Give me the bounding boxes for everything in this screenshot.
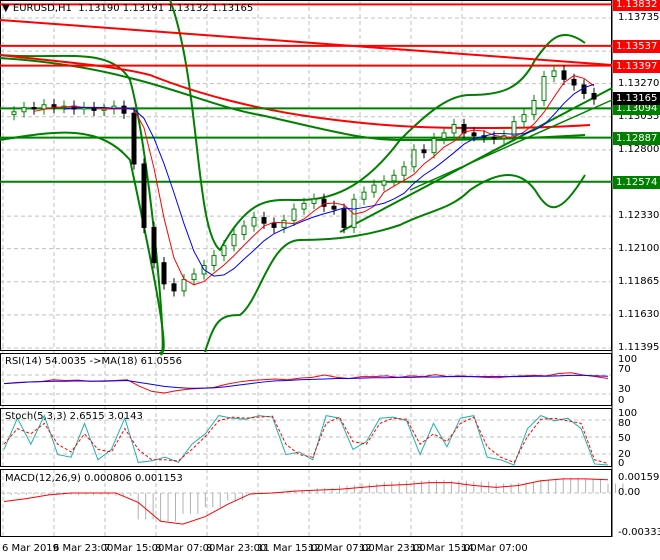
chart-window[interactable]: ▼ EURUSD,H1 1.13190 1.13191 1.13132 1.13… [0,0,660,560]
candle-body [261,217,267,224]
macd-tick: 0.00159 [618,472,660,483]
price-tick: 1.13270 [618,77,660,89]
time-label: 6 Mar 2019 [2,543,60,554]
candle-body [251,217,257,227]
symbol-header: ▼ EURUSD,H1 1.13190 1.13191 1.13132 1.13… [2,3,253,14]
main-pane-border [0,0,612,351]
indicator-lines [3,372,624,525]
candle-body [341,208,347,228]
candle-body [171,283,177,292]
candle-body [451,123,457,134]
stoch-label: Stoch(5,3,3) 2.6515 3.0143 [5,411,143,422]
stoch-tick: 50 [618,433,631,444]
candle-body [431,138,437,154]
stoch-tick: 0 [618,458,625,469]
rsi-tick: 30 [618,384,631,395]
candle-body [371,184,377,193]
candle-body [541,76,547,102]
price-level-label: 1.12574 [613,175,660,189]
candle-body [151,226,157,264]
candle-body [11,111,17,116]
rsi-line [3,372,609,394]
price-tick: 1.13735 [618,12,660,23]
candle-body [161,262,167,285]
candle-body [361,191,367,200]
time-label: 14 Mar 07:00 [461,543,528,554]
candle-body [191,273,197,281]
candle-body [421,149,427,154]
price-level-label: 1.13537 [613,39,660,53]
rsi-label: RSI(14) 54.0035 ->MA(18) 61.0556 [5,356,182,367]
candle-body [441,132,447,140]
stoch-main-line [3,414,609,466]
candle-body [381,180,387,186]
candle-body [521,114,527,123]
rsi-tick: 0 [618,395,625,406]
price-tick: 1.12330 [618,210,660,222]
candle-body [21,107,27,113]
candle-body [551,70,557,78]
candle-body [331,205,337,210]
candle-body [571,78,577,86]
price-level-label: 1.13832 [613,0,660,12]
rsi-tick: 70 [618,364,631,375]
price-tick: 1.11395 [618,342,660,353]
price-tick: 1.11865 [618,275,660,287]
current-price-label: 1.13165 [613,92,660,105]
price-level-label: 1.13397 [613,59,660,73]
candle-body [271,222,277,228]
candle-body [391,174,397,182]
candle-body [31,107,37,110]
candle-body [141,163,147,228]
candle-body [211,255,217,266]
candle-body [41,104,47,110]
candle-body [221,245,227,257]
candle-body [181,279,187,292]
macd-tick: -0.003335 [618,527,660,538]
support-trendline-2[interactable] [409,99,613,191]
candle-body [471,132,477,137]
stoch-tick: 80 [618,418,631,429]
price-level-label: 1.12887 [613,131,660,145]
candle-body [241,225,247,235]
candle-body [401,166,407,176]
stoch-signal-line [3,415,609,464]
candle-body [281,219,287,228]
horizontal-levels [0,3,612,183]
candle-body [291,208,297,221]
candle-body [561,70,567,80]
candle-body [411,149,417,168]
bollinger-lower [0,131,586,354]
candle-body [311,198,317,204]
macd-tick: 0.00 [618,487,641,498]
candle-body [591,92,597,100]
symbol-label: EURUSD,H1 [12,3,72,14]
ohlc-values: 1.13190 1.13191 1.13132 1.13165 [78,3,254,14]
price-tick: 1.12100 [618,242,660,254]
candle-body [491,136,497,140]
macd-label: MACD(12,26,9) 0.000806 0.001153 [5,473,183,484]
candle-body [131,112,137,165]
macd-signal-line [3,478,609,525]
price-tick: 1.11630 [618,308,660,320]
candle-body [121,105,127,114]
candle-body [231,233,237,247]
collapse-triangle-icon[interactable]: ▼ [2,3,10,14]
candle-body [301,202,307,210]
fast-ma-line [33,75,595,286]
bollinger-upper-left [0,54,164,356]
price-tick: 1.12800 [618,143,660,155]
candle-body [531,100,537,116]
